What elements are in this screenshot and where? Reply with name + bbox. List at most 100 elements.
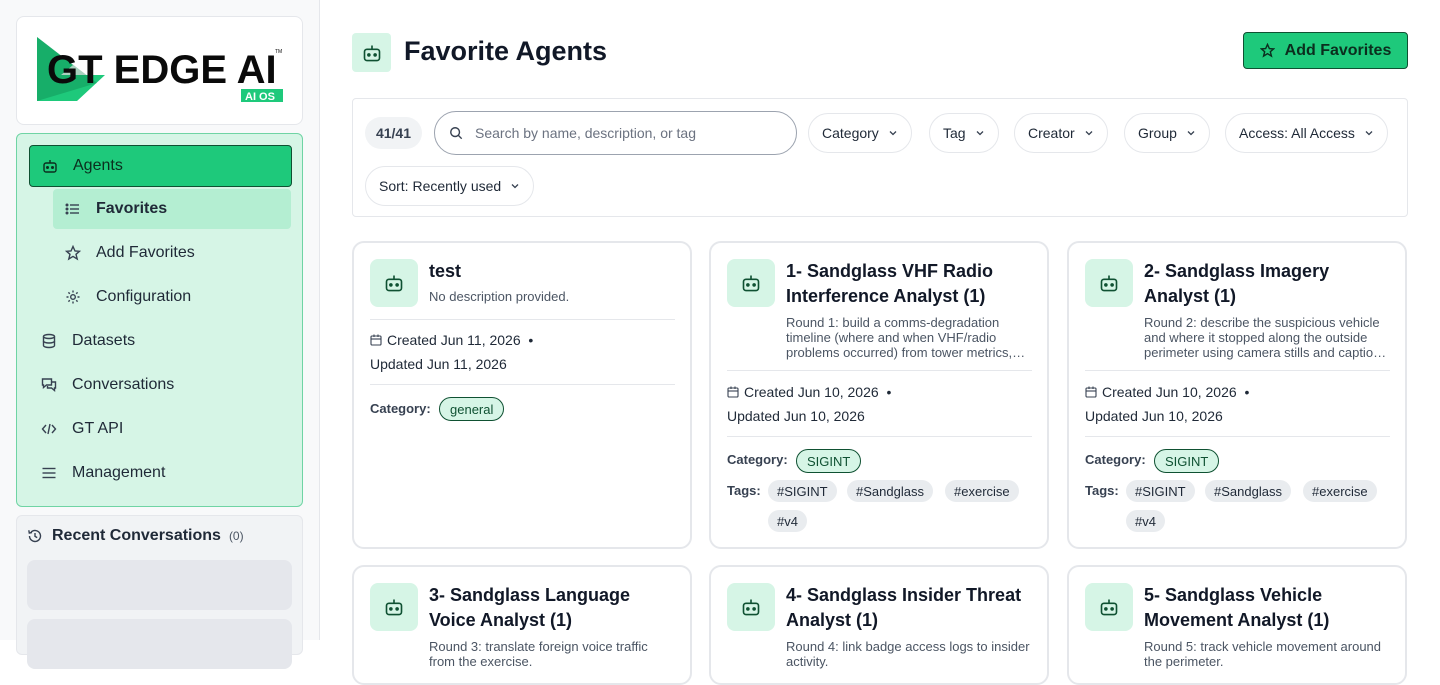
tag-chip[interactable]: #v4 (768, 510, 807, 532)
tag-chip[interactable]: #SIGINT (1126, 480, 1195, 502)
tag-chip[interactable]: #SIGINT (768, 480, 837, 502)
access-filter-label: Access: All Access (1239, 125, 1355, 141)
created-date: Created Jun 10, 2026 (744, 384, 879, 400)
sidebar-item-label: Agents (73, 157, 123, 174)
chevron-down-icon (888, 128, 898, 138)
agent-description: No description provided. (429, 289, 570, 304)
sidebar-item-datasets[interactable]: Datasets (29, 321, 135, 361)
tag-chip[interactable]: #Sandglass (847, 480, 933, 502)
agent-name[interactable]: 4- Sandglass Insider Threat Analyst (1) (786, 583, 1036, 633)
created-date: Created Jun 10, 2026 (1102, 384, 1237, 400)
loading-skeleton (27, 619, 292, 669)
group-filter-dropdown[interactable]: Group (1124, 113, 1210, 153)
sidebar-item-label: Favorites (96, 200, 168, 217)
agent-description: Round 3: translate foreign voice traffic… (429, 639, 648, 669)
list-icon (64, 200, 82, 218)
date-separator: • (1244, 384, 1250, 400)
agent-dates: Created Jun 11, 2026 • Updated Jun 11, 20… (370, 328, 675, 376)
tag-filter-label: Tag (943, 125, 966, 141)
tag-chip[interactable]: #Sandglass (1205, 480, 1291, 502)
chevron-down-icon (1364, 128, 1374, 138)
menu-icon (40, 464, 58, 482)
sidebar: GT EDGE AI TM AI OS Agents Favorites Add… (0, 0, 320, 669)
agent-dates: Created Jun 10, 2026 • Updated Jun 10, 20… (1085, 380, 1390, 428)
divider (370, 319, 675, 320)
brand-logo[interactable]: GT EDGE AI TM AI OS (35, 35, 285, 105)
tag-chip[interactable]: #v4 (1126, 510, 1165, 532)
sort-label: Sort: Recently used (379, 178, 502, 194)
svg-text:GT EDGE AI: GT EDGE AI (47, 48, 277, 92)
sidebar-item-management[interactable]: Management (29, 453, 165, 493)
robot-icon (1085, 583, 1133, 631)
agent-name[interactable]: 5- Sandglass Vehicle Movement Analyst (1… (1144, 583, 1394, 633)
search-input[interactable]: Search by name, description, or tag (434, 111, 797, 155)
creator-filter-dropdown[interactable]: Creator (1014, 113, 1108, 153)
sidebar-nav: Agents Favorites Add Favorites Configura… (16, 133, 303, 507)
access-filter-dropdown[interactable]: Access: All Access (1225, 113, 1388, 153)
recent-conversations-header[interactable]: Recent Conversations (0) (27, 527, 244, 545)
sidebar-item-conversations[interactable]: Conversations (29, 365, 174, 405)
divider (1085, 436, 1390, 437)
sidebar-item-label: Add Favorites (96, 244, 195, 261)
agent-name[interactable]: 2- Sandglass Imagery Analyst (1) (1144, 259, 1394, 309)
tag-chip[interactable]: #exercise (945, 480, 1019, 502)
loading-skeleton (27, 560, 292, 610)
chevron-down-icon (1084, 128, 1094, 138)
calendar-icon (370, 334, 382, 346)
sidebar-item-agents[interactable]: Agents (29, 145, 292, 187)
agent-name[interactable]: 1- Sandglass VHF Radio Interference Anal… (786, 259, 1036, 309)
database-icon (40, 332, 58, 350)
agent-description: Round 2: describe the suspicious vehicle… (1144, 315, 1387, 360)
category-filter-label: Category (822, 125, 879, 141)
star-icon (1259, 43, 1275, 58)
agent-card[interactable]: 1- Sandglass VHF Radio Interference Anal… (709, 241, 1049, 549)
agent-description: Round 1: build a comms-degradation timel… (786, 315, 1013, 360)
category-badge: SIGINT (1154, 449, 1220, 473)
agent-name[interactable]: 3- Sandglass Language Voice Analyst (1) (429, 583, 679, 633)
sidebar-item-gt-api[interactable]: GT API (29, 409, 123, 449)
tag-chip[interactable]: #exercise (1303, 480, 1377, 502)
sort-dropdown[interactable]: Sort: Recently used (365, 166, 535, 206)
sidebar-item-configuration[interactable]: Configuration (53, 277, 191, 317)
recent-conversations-count: (0) (228, 529, 244, 543)
sidebar-item-favorites[interactable]: Favorites (53, 189, 291, 229)
add-favorites-button[interactable]: Add Favorites (1243, 32, 1408, 69)
sidebar-item-label: Configuration (96, 288, 192, 305)
sidebar-item-label: Management (72, 464, 166, 481)
updated-date: Updated Jun 10, 2026 (1085, 408, 1223, 424)
robot-icon (370, 583, 418, 631)
tag-filter-dropdown[interactable]: Tag (929, 113, 999, 153)
agent-card[interactable]: test No description provided. Created Ju… (352, 241, 692, 549)
category-badge: SIGINT (796, 449, 862, 473)
robot-icon (370, 259, 418, 307)
category-badge: general (439, 397, 505, 421)
divider (370, 384, 675, 385)
robot-icon (41, 157, 59, 175)
history-icon (27, 528, 43, 544)
sidebar-item-label: Conversations (72, 376, 175, 393)
sidebar-item-add-favorites[interactable]: Add Favorites (53, 233, 195, 273)
agent-card[interactable]: 4- Sandglass Insider Threat Analyst (1) … (709, 565, 1049, 685)
svg-text:AI OS: AI OS (245, 91, 275, 103)
chevron-down-icon (510, 181, 520, 191)
category-label: Category: (1085, 452, 1146, 467)
divider (1085, 370, 1390, 371)
chevron-down-icon (975, 128, 985, 138)
logo-panel: GT EDGE AI TM AI OS (16, 16, 303, 125)
agent-description: Round 4: link badge access logs to insid… (786, 639, 1030, 669)
main-content: Favorite Agents Add Favorites 41/41 Sear… (320, 0, 1440, 685)
updated-date: Updated Jun 11, 2026 (370, 356, 507, 372)
add-favorites-label: Add Favorites (1284, 41, 1392, 59)
result-count-badge: 41/41 (365, 117, 422, 149)
agent-card[interactable]: 3- Sandglass Language Voice Analyst (1) … (352, 565, 692, 685)
robot-icon (1085, 259, 1133, 307)
sidebar-item-label: Datasets (72, 332, 136, 349)
code-icon (40, 420, 58, 438)
tags-label: Tags: (727, 483, 761, 498)
category-filter-dropdown[interactable]: Category (808, 113, 912, 153)
agent-name[interactable]: test (429, 259, 679, 284)
agent-description: Round 5: track vehicle movement around t… (1144, 639, 1382, 669)
agent-card[interactable]: 5- Sandglass Vehicle Movement Analyst (1… (1067, 565, 1407, 685)
agent-card[interactable]: 2- Sandglass Imagery Analyst (1) Round 2… (1067, 241, 1407, 549)
calendar-icon (727, 386, 739, 398)
